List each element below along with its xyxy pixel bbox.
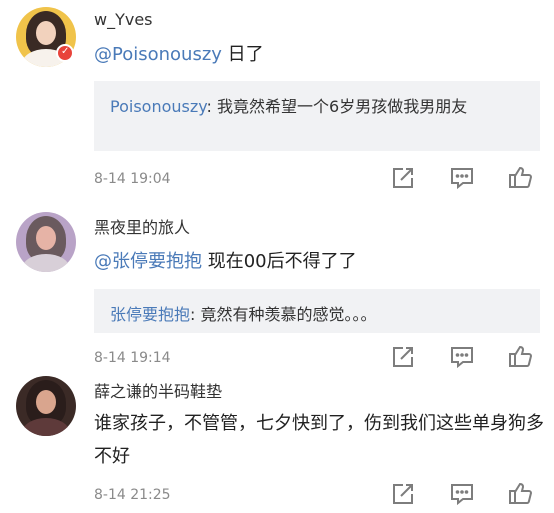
comment-body: 现在00后不得了了 [202,251,357,272]
comment-mention[interactable]: @Poisonouszy [94,44,222,65]
quoted-comment[interactable]: 张停要抱抱: 竟然有种羡慕的感觉。。。 [94,289,540,333]
quoted-username[interactable]: Poisonouszy [110,97,207,116]
quoted-text: : 竟然有种羡慕的感觉。。。 [190,305,377,324]
quoted-comment[interactable]: Poisonouszy: 我竟然希望一个6岁男孩做我男朋友 [94,81,540,151]
quoted-text: : 我竟然希望一个6岁男孩做我男朋友 [206,97,468,116]
comment-body: 日了 [221,44,264,65]
avatar[interactable] [16,212,76,272]
comment-text: @Poisonouszy 日了 [94,38,264,71]
comment-text: @张停要抱抱 现在00后不得了了 [94,245,357,278]
like-icon[interactable] [507,343,533,369]
comment-icon[interactable] [449,344,475,370]
like-icon[interactable] [507,480,533,506]
comment-timestamp: 8-14 21:25 [94,487,171,503]
comment-text: 谁家孩子，不管管，七夕快到了，伤到我们这些单身狗多不好 [94,413,544,467]
share-icon[interactable] [390,481,416,507]
share-icon[interactable] [390,344,416,370]
avatar[interactable] [16,376,76,436]
verified-badge-icon [56,44,74,62]
comment-timestamp: 8-14 19:04 [94,171,171,187]
comment-icon[interactable] [449,165,475,191]
comment-username[interactable]: 黑夜里的旅人 [94,214,190,238]
comment-icon[interactable] [449,481,475,507]
comment-mention[interactable]: @张停要抱抱 [94,251,202,272]
comment-timestamp: 8-14 19:14 [94,350,171,366]
like-icon[interactable] [507,164,533,190]
comment-username[interactable]: 薛之谦的半码鞋垫 [94,378,222,402]
share-icon[interactable] [390,165,416,191]
quoted-username[interactable]: 张停要抱抱 [110,305,190,324]
comment-username[interactable]: w_Yves [94,10,153,29]
